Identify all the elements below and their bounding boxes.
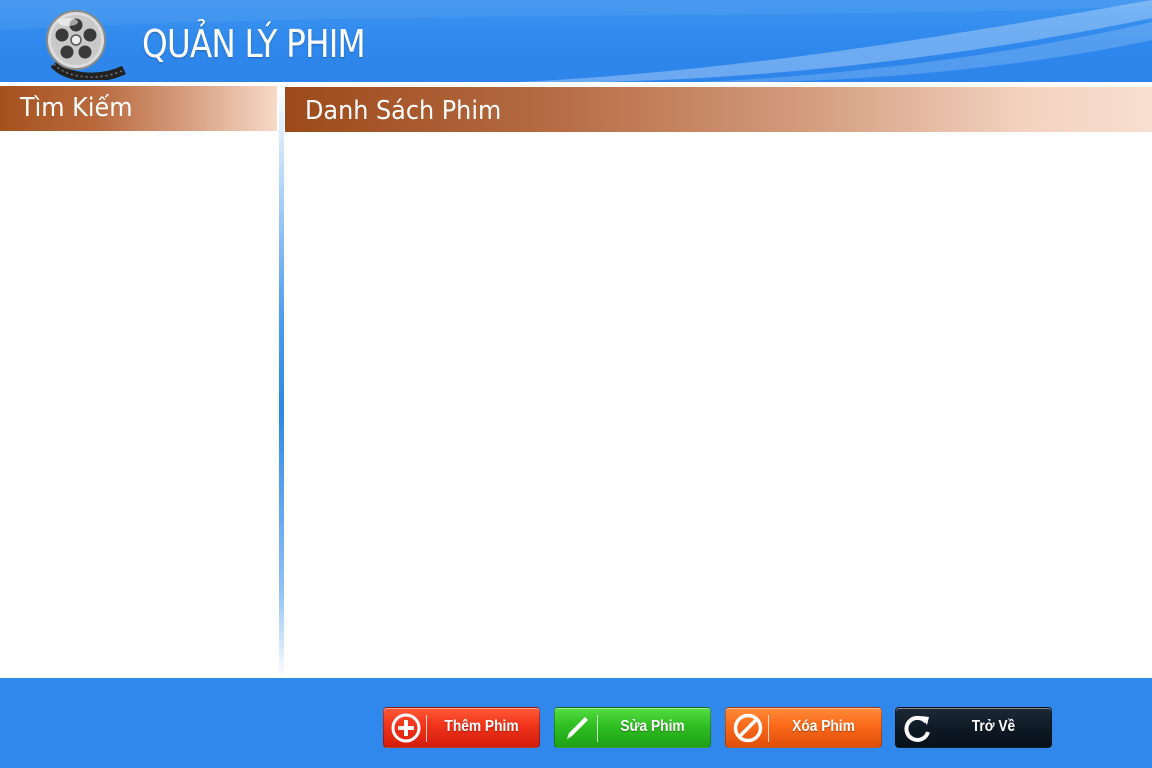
movie-management-window: QUẢN LÝ PHIM Tìm Kiếm Danh Sách Phim Thê…	[0, 0, 1152, 768]
add-movie-label: Thêm Phim	[444, 718, 519, 735]
edit-movie-label: Sửa Phim	[620, 718, 685, 735]
back-label: Trở Về	[971, 718, 1016, 735]
pencil-icon	[567, 717, 588, 739]
movie-list-header: Danh Sách Phim	[285, 87, 1152, 132]
movie-list-title: Danh Sách Phim	[305, 96, 502, 126]
button-divider	[597, 715, 598, 742]
film-reel-icon	[46, 10, 126, 80]
no-entry-icon	[733, 713, 763, 743]
refresh-icon	[904, 715, 930, 742]
edit-movie-button[interactable]: Sửa Phim	[554, 707, 711, 748]
search-panel-title: Tìm Kiếm	[20, 93, 133, 123]
plus-circle-icon	[391, 713, 421, 743]
search-panel: Tìm Kiếm	[0, 86, 279, 678]
add-movie-button[interactable]: Thêm Phim	[383, 707, 540, 748]
app-header: QUẢN LÝ PHIM	[0, 0, 1152, 82]
delete-movie-button[interactable]: Xóa Phim	[725, 707, 882, 748]
back-button[interactable]: Trở Về	[895, 707, 1052, 748]
movie-list-panel: Danh Sách Phim	[284, 86, 1152, 678]
app-title: QUẢN LÝ PHIM	[142, 22, 366, 66]
footer-toolbar: Thêm Phim Sửa Phim Xóa Phim Trở Về	[0, 678, 1152, 768]
button-divider	[768, 715, 769, 742]
button-divider	[426, 715, 427, 742]
delete-movie-label: Xóa Phim	[792, 718, 855, 735]
search-panel-header: Tìm Kiếm	[0, 86, 277, 131]
